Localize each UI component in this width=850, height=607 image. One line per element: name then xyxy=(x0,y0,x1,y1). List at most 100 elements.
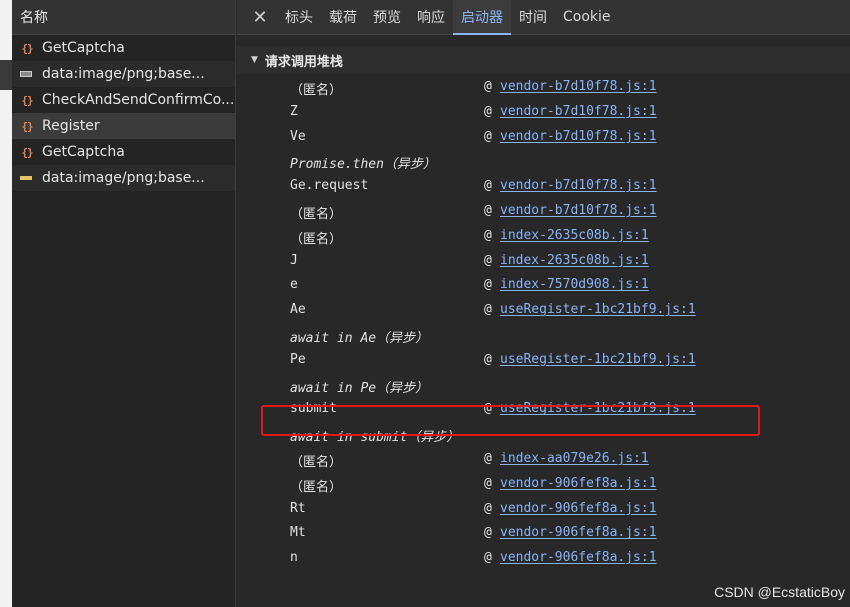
source-link[interactable]: useRegister-1bc21bf9.js:1 xyxy=(500,302,696,317)
function-name: J xyxy=(290,252,298,268)
stack-frame-row: Ge.request @ vendor-b7d10f78.js:1 xyxy=(237,174,850,199)
stack-frame-row: Ve @ vendor-b7d10f78.js:1 xyxy=(237,125,850,150)
source-link[interactable]: vendor-b7d10f78.js:1 xyxy=(500,178,657,193)
async-boundary-row: Promise.then（异步） xyxy=(237,149,850,174)
function-name: （匿名） xyxy=(290,83,343,98)
request-name: GetCaptcha xyxy=(42,40,125,56)
request-name: Register xyxy=(42,118,100,134)
stack-frame-row: Z @ vendor-b7d10f78.js:1 xyxy=(237,100,850,125)
source-link[interactable]: vendor-b7d10f78.js:1 xyxy=(500,79,657,94)
source-link[interactable]: vendor-b7d10f78.js:1 xyxy=(500,104,657,119)
stack-frame-row: （匿名） @ vendor-b7d10f78.js:1 xyxy=(237,199,850,224)
request-list-header[interactable]: 名称 xyxy=(12,0,235,35)
tab-2[interactable]: 预览 xyxy=(365,0,409,34)
watermark: CSDN @EcstaticBoy xyxy=(714,584,845,600)
highlight-box xyxy=(261,405,760,436)
stack-frame-row: Pe @ useRegister-1bc21bf9.js:1 xyxy=(237,348,850,373)
function-name: （匿名） xyxy=(290,231,343,247)
section-title: 请求调用堆栈 xyxy=(264,54,343,70)
image-icon xyxy=(20,176,32,180)
function-name: Ve xyxy=(290,128,306,144)
source-link[interactable]: vendor-906fef8a.js:1 xyxy=(500,550,657,565)
source-link[interactable]: vendor-b7d10f78.js:1 xyxy=(500,129,657,144)
source-link[interactable]: vendor-906fef8a.js:1 xyxy=(500,525,657,540)
stack-frame-row: （匿名） @ index-aa079e26.js:1 xyxy=(237,447,850,472)
at-sign: @ xyxy=(484,79,492,94)
tab-1[interactable]: 载荷 xyxy=(321,0,365,34)
source-link[interactable]: useRegister-1bc21bf9.js:1 xyxy=(500,352,696,367)
tab-3[interactable]: 响应 xyxy=(409,0,453,34)
request-item-5[interactable]: data:image/png;base... xyxy=(12,165,235,191)
json-icon: {} xyxy=(21,41,33,55)
function-name: Ge.request xyxy=(290,178,369,194)
function-name: Promise.then（异步） xyxy=(290,157,436,173)
json-icon: {} xyxy=(21,119,33,133)
request-item-4[interactable]: {} GetCaptcha xyxy=(12,139,235,165)
request-item-0[interactable]: {} GetCaptcha xyxy=(12,35,235,61)
function-name: （匿名） xyxy=(290,454,343,470)
at-sign: @ xyxy=(484,550,492,566)
at-sign: @ xyxy=(484,227,492,243)
function-name: （匿名） xyxy=(290,206,343,222)
close-icon[interactable]: ✕ xyxy=(247,0,273,34)
stack-frame-row: （匿名） @ vendor-906fef8a.js:1 xyxy=(237,472,850,497)
json-icon: {} xyxy=(21,93,33,107)
function-name: await in Pe（异步） xyxy=(290,380,429,396)
image-icon xyxy=(20,71,32,77)
request-name: CheckAndSendConfirmCo... xyxy=(42,92,235,108)
at-sign: @ xyxy=(484,128,492,144)
stack-frame-row: Rt @ vendor-906fef8a.js:1 xyxy=(237,497,850,522)
request-name: data:image/png;base... xyxy=(42,170,205,186)
source-link[interactable]: index-7570d908.js:1 xyxy=(500,277,649,292)
request-list: {} GetCaptcha data:image/png;base... {} Chec… xyxy=(12,35,235,191)
async-boundary-row: await in Pe（异步） xyxy=(237,373,850,398)
detail-panel: ✕ 标头 载荷 预览 响应 启动器 时间 Cookie ▼ 请求调用堆栈 （匿名） @ vend… xyxy=(237,0,850,607)
async-boundary-row: await in Ae（异步） xyxy=(237,323,850,348)
source-link[interactable]: vendor-b7d10f78.js:1 xyxy=(500,203,657,218)
stack-frame-row: n @ vendor-906fef8a.js:1 xyxy=(237,546,850,571)
tab-4[interactable]: 启动器 xyxy=(453,0,511,35)
call-stack-section-header[interactable]: ▼ 请求调用堆栈 xyxy=(237,46,850,74)
function-name: Rt xyxy=(290,500,306,516)
left-window-edge xyxy=(0,0,12,607)
function-name: e xyxy=(290,277,298,293)
at-sign: @ xyxy=(484,252,492,268)
function-name: Mt xyxy=(290,525,306,541)
collapse-triangle-icon[interactable]: ▼ xyxy=(251,55,258,65)
tab-0[interactable]: 标头 xyxy=(277,0,321,34)
request-name: data:image/png;base... xyxy=(42,66,205,82)
at-sign: @ xyxy=(484,302,492,318)
at-sign: @ xyxy=(484,277,492,293)
request-item-2[interactable]: {} CheckAndSendConfirmCo... xyxy=(12,87,235,113)
at-sign: @ xyxy=(484,178,492,194)
at-sign: @ xyxy=(484,450,492,466)
function-name: Pe xyxy=(290,351,306,367)
stack-frame-row: Mt @ vendor-906fef8a.js:1 xyxy=(237,521,850,546)
at-sign: @ xyxy=(484,500,492,516)
at-sign: @ xyxy=(484,202,492,218)
stack-frame-row: （匿名） @ vendor-b7d10f78.js:1 xyxy=(237,75,850,100)
request-list-panel: 名称 {} GetCaptcha data:image/png;base... {} C… xyxy=(12,0,236,607)
function-name: Ae xyxy=(290,302,306,318)
at-sign: @ xyxy=(484,351,492,367)
source-link[interactable]: vendor-906fef8a.js:1 xyxy=(500,476,657,491)
at-sign: @ xyxy=(484,475,492,491)
stack-frame-row: J @ index-2635c08b.js:1 xyxy=(237,249,850,274)
tab-6[interactable]: Cookie xyxy=(555,0,619,34)
stack-frame-row: e @ index-7570d908.js:1 xyxy=(237,273,850,298)
source-link[interactable]: index-2635c08b.js:1 xyxy=(500,228,649,243)
source-link[interactable]: index-2635c08b.js:1 xyxy=(500,253,649,268)
source-link[interactable]: vendor-906fef8a.js:1 xyxy=(500,501,657,516)
function-name: await in Ae（异步） xyxy=(290,330,429,346)
tab-5[interactable]: 时间 xyxy=(511,0,555,34)
call-stack-list: （匿名） @ vendor-b7d10f78.js:1 Z @ vendor-b7d10f… xyxy=(237,75,850,571)
stack-frame-row: Ae @ useRegister-1bc21bf9.js:1 xyxy=(237,298,850,323)
request-item-3[interactable]: {} Register xyxy=(12,113,235,139)
source-link[interactable]: index-aa079e26.js:1 xyxy=(500,451,649,466)
at-sign: @ xyxy=(484,103,492,119)
left-edge-marker xyxy=(0,60,12,90)
stack-frame-row: （匿名） @ index-2635c08b.js:1 xyxy=(237,224,850,249)
detail-tabbar: ✕ 标头 载荷 预览 响应 启动器 时间 Cookie xyxy=(237,0,850,35)
request-item-1[interactable]: data:image/png;base... xyxy=(12,61,235,87)
function-name: Z xyxy=(290,103,298,119)
